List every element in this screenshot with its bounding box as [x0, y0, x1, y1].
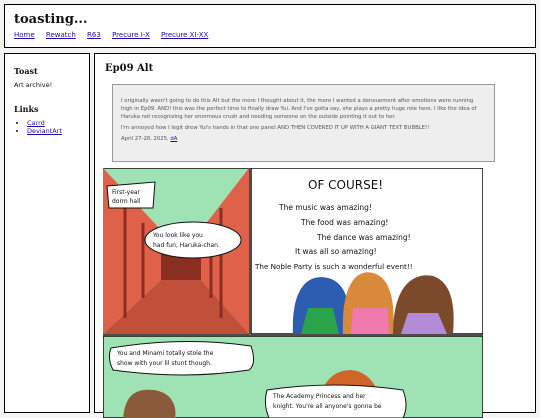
sidebar-link-list: Carrd DeviantArt: [14, 119, 62, 135]
deviantart-link[interactable]: DeviantArt: [27, 127, 62, 135]
comic-text: The music was amazing!: [278, 203, 372, 212]
nav-precure-11-20-link[interactable]: Precure XI-XX: [161, 31, 208, 39]
list-item: DeviantArt: [27, 127, 62, 135]
site-header: toasting... Home Rewatch R63 Precure I-X…: [4, 4, 536, 48]
comic-text: It was all so amazing!: [295, 247, 377, 256]
sidebar-heading-links: Links: [14, 104, 39, 114]
post-date: April 27-28, 2025, dA: [121, 136, 178, 142]
nav-r63-link[interactable]: R63: [87, 31, 101, 39]
post-paragraph: I originally wasn't going to do this Alt…: [121, 98, 477, 120]
sidebar: Toast Art archive! Links Carrd DeviantAr…: [4, 53, 90, 413]
caption-box: First-year dorm hall: [106, 181, 156, 209]
speech-bubble: You look like you had fun, Haruka-chan.: [144, 221, 242, 259]
speech-bubble: The Academy Princess and her knight. You…: [264, 384, 407, 418]
nav-precure-1-10-link[interactable]: Precure I-X: [112, 31, 150, 39]
main-nav: Home Rewatch R63 Precure I-X Precure XI-…: [14, 31, 217, 39]
nav-home-link[interactable]: Home: [14, 31, 35, 39]
comic-text: show with your lil stunt though.: [117, 360, 212, 367]
comic-text: had fun, Haruka-chan.: [153, 242, 220, 249]
sidebar-description: Art archive!: [14, 81, 53, 89]
comic-text: dorm hall: [112, 198, 141, 205]
main-content: Ep09 Alt I originally wasn't going to do…: [94, 53, 536, 418]
comic-text: The Academy Princess and her: [272, 393, 366, 400]
comic-text: First-year: [112, 189, 141, 196]
deviantart-post-link[interactable]: dA: [170, 136, 177, 142]
comic-text: The Noble Party is such a wonderful even…: [254, 262, 413, 271]
comic-text: The food was amazing!: [300, 218, 388, 227]
post-notes: I originally wasn't going to do this Alt…: [112, 84, 495, 162]
comic-text: knight. You're all anyone's gonna be: [273, 403, 382, 410]
comic-text: The dance was amazing!: [316, 233, 411, 242]
sidebar-heading-toast: Toast: [14, 66, 38, 76]
comic-text: You and Minami totally stole the: [116, 350, 214, 357]
comic-text: OF COURSE!: [308, 178, 383, 192]
post-paragraph: I'm annoyed how I legit drew Yui's hands…: [121, 125, 430, 131]
list-item: Carrd: [27, 119, 62, 127]
nav-rewatch-link[interactable]: Rewatch: [46, 31, 76, 39]
post-title: Ep09 Alt: [105, 63, 154, 74]
carrd-link[interactable]: Carrd: [27, 119, 45, 127]
comic-text: You look like you: [152, 232, 203, 239]
speech-bubble: You and Minami totally stole the show wi…: [108, 340, 255, 376]
site-title: toasting...: [14, 12, 88, 27]
comic-image: First-year dorm hall You look like you h…: [103, 168, 483, 418]
